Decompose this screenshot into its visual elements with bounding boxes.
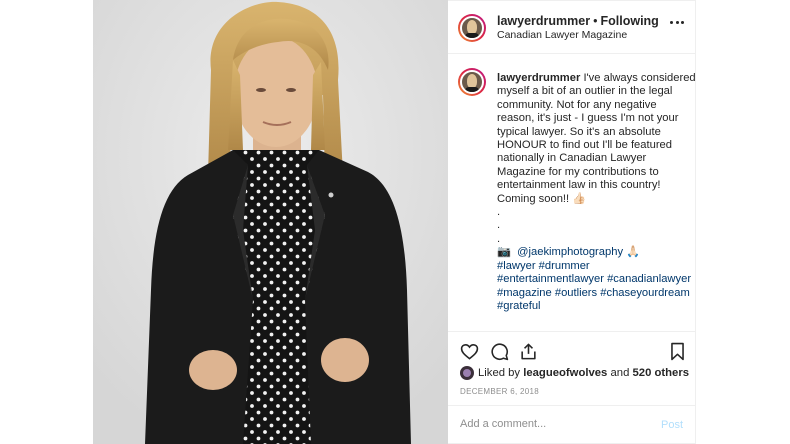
caption-line: myself a bit of an outlier in the legal xyxy=(497,85,673,98)
share-icon[interactable] xyxy=(519,342,538,361)
bookmark-icon[interactable] xyxy=(668,342,687,361)
camera-icon: 📷 xyxy=(497,246,511,259)
action-bar xyxy=(448,331,696,367)
post-date: DECEMBER 6, 2018 xyxy=(460,387,540,396)
caption-line: lawyerdrummer I've always considered xyxy=(497,72,696,84)
hashtag-link[interactable]: #lawyer xyxy=(497,260,536,272)
caption-line: nationally in Canadian Lawyer xyxy=(497,152,647,165)
hashtag-line: #magazine #outliers #chaseyourdream xyxy=(497,287,691,300)
comment-icon[interactable] xyxy=(490,342,509,361)
likes-count[interactable]: 520 others xyxy=(633,367,690,379)
caption-dot: . xyxy=(497,219,501,232)
liker-username[interactable]: leagueofwolves xyxy=(523,367,607,379)
post-comment-button[interactable]: Post xyxy=(661,419,683,431)
hashtag-link[interactable]: #magazine xyxy=(497,287,552,299)
caption-username[interactable]: lawyerdrummer xyxy=(497,72,580,84)
caption-dot: . xyxy=(497,232,501,245)
hashtag-link[interactable]: #outliers xyxy=(555,287,597,299)
header-user-line: lawyerdrummer • Following xyxy=(497,14,659,28)
caption-line: HONOUR to find out I'll be featured xyxy=(497,139,673,152)
hashtag-link[interactable]: #entertainmentlawyer xyxy=(497,273,604,285)
caption-line: reason, it's just - I guess I'm not your xyxy=(497,112,679,125)
caption-line: Coming soon!! 👍🏻 xyxy=(497,192,587,205)
following-button[interactable]: Following xyxy=(601,14,659,28)
heart-icon[interactable] xyxy=(460,342,479,361)
credit-handle-link[interactable]: @jaekimphotography xyxy=(517,246,623,258)
comment-input[interactable] xyxy=(460,418,650,430)
caption-avatar[interactable] xyxy=(458,68,486,96)
caption-line: entertainment law in this country! xyxy=(497,179,661,192)
photo-image xyxy=(93,0,448,444)
likes-line: Liked by leagueofwolves and 520 others xyxy=(460,366,689,380)
hashtag-line: #lawyer #drummer xyxy=(497,260,691,273)
caption: lawyerdrummer I've always considered mys… xyxy=(497,72,696,313)
location-link[interactable]: Canadian Lawyer Magazine xyxy=(497,29,627,41)
separator: • xyxy=(593,14,598,28)
hashtag-link[interactable]: #drummer xyxy=(539,260,590,272)
more-icon xyxy=(670,21,673,24)
hashtag-line: #entertainmentlawyer #canadianlawyer xyxy=(497,273,691,286)
hashtag-link[interactable]: #chaseyourdream xyxy=(600,287,690,299)
liker-avatar[interactable] xyxy=(460,366,474,380)
username-link[interactable]: lawyerdrummer xyxy=(497,14,590,28)
caption-line: community. Not for any negative xyxy=(497,98,657,111)
comment-bar: Post xyxy=(448,405,696,444)
caption-line: typical lawyer. So it's an absolute xyxy=(497,125,661,138)
hashtag-link[interactable]: #grateful xyxy=(497,300,541,312)
post-header: lawyerdrummer • Following Canadian Lawyer … xyxy=(448,1,696,54)
caption-dot: . xyxy=(497,206,501,219)
pray-emoji: 🙏🏻 xyxy=(626,246,641,259)
hashtag-line: #grateful xyxy=(497,300,691,313)
more-options-button[interactable] xyxy=(670,21,684,24)
post-photo[interactable] xyxy=(93,0,448,444)
caption-line: Magazine for my contributions to xyxy=(497,165,659,178)
photo-credit-line: 📷 @jaekimphotography 🙏🏻 xyxy=(497,246,691,259)
post-side-panel: lawyerdrummer • Following Canadian Lawyer … xyxy=(448,0,696,444)
avatar[interactable] xyxy=(458,14,486,42)
hashtag-link[interactable]: #canadianlawyer xyxy=(607,273,691,285)
